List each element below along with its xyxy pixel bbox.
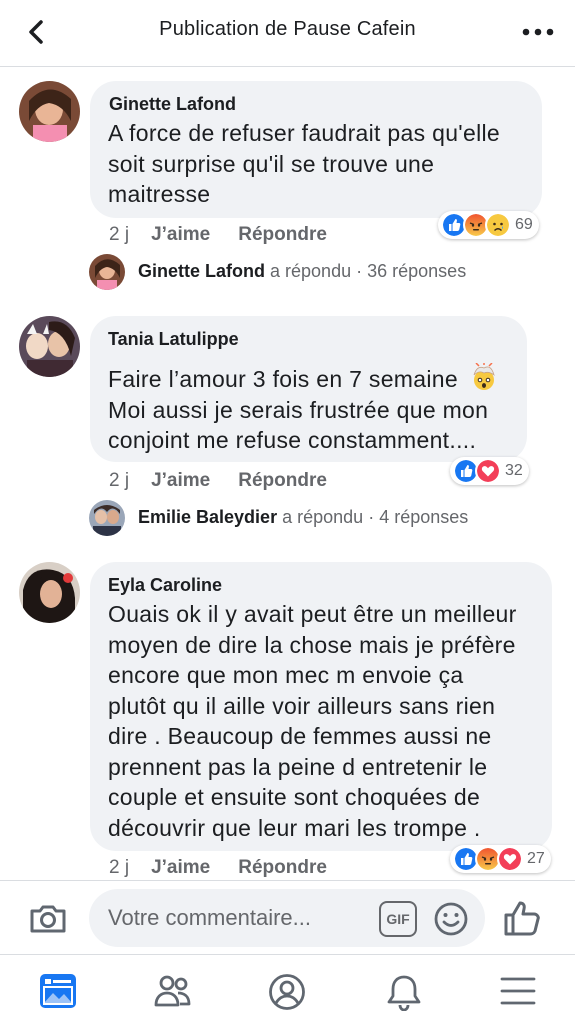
comment-line: A force de refuser faudrait pas qu'elle: [108, 120, 500, 146]
thumbs-up-icon[interactable]: [503, 899, 543, 937]
comment-line: couple et ensuite sont choquées de: [108, 784, 481, 810]
comment-line: conjoint me refuse constamment....: [108, 427, 477, 453]
comment-author[interactable]: Ginette Lafond: [109, 94, 236, 115]
more-options-icon[interactable]: [521, 22, 555, 42]
comment-author[interactable]: Eyla Caroline: [108, 575, 222, 596]
emoji-icon[interactable]: [433, 901, 469, 937]
comment-actions: 2 j J’aime Répondre: [109, 857, 327, 879]
comment-line: prennent pas la peine d entretenir le: [108, 753, 488, 780]
comment-line: Faire l’amour 3 fois en 7 semaine: [108, 362, 528, 395]
comment-composer: Votre commentaire... GIF: [0, 880, 575, 955]
reply-avatar: [89, 254, 125, 290]
reply-link[interactable]: Répondre: [238, 470, 327, 491]
comment-author[interactable]: Tania Latulippe: [108, 329, 239, 350]
camera-icon[interactable]: [28, 901, 68, 937]
comment-time: 2 j: [109, 857, 130, 878]
bottom-tab-bar: [0, 954, 575, 1025]
gif-button[interactable]: GIF: [379, 901, 417, 937]
comment-line: encore que mon mec m envoie ça: [108, 662, 464, 688]
comment-time: 2 j: [109, 470, 130, 491]
comment-line-text: Faire l’amour 3 fois en 7 semaine: [108, 366, 458, 392]
reaction-count: 32: [505, 462, 523, 479]
reactions-summary[interactable]: 27: [450, 845, 551, 873]
comment-line: plutôt qu il aille voir ailleurs sans ri…: [108, 692, 496, 719]
comment-input-placeholder: Votre commentaire...: [108, 905, 311, 930]
reply-action: a répondu: [282, 507, 364, 527]
love-reaction-icon: [497, 846, 523, 872]
reply-action: a répondu: [270, 261, 352, 281]
comment-line: maitresse: [108, 181, 211, 207]
comment-line: Moi aussi je serais frustrée que mon: [108, 396, 489, 423]
notifications-bell-icon[interactable]: [386, 973, 422, 1011]
comment-line: soit surprise qu'il se trouve une: [108, 150, 435, 177]
reply-count: 36 réponses: [367, 261, 467, 281]
exploding-head-icon: [473, 362, 495, 390]
like-link[interactable]: J’aime: [151, 224, 210, 245]
comment-line: moyen de dire la chose mais je préfère: [108, 631, 516, 658]
like-link[interactable]: J’aime: [151, 857, 210, 878]
avatar[interactable]: [19, 562, 80, 623]
page-title: Publication de Pause Cafein: [159, 18, 416, 40]
friends-icon[interactable]: [153, 973, 193, 1009]
news-feed-icon[interactable]: [39, 973, 77, 1009]
reactions-summary[interactable]: 32: [450, 457, 529, 485]
reaction-count: 27: [527, 850, 545, 867]
top-bar: Publication de Pause Cafein: [0, 0, 575, 67]
reply-author: Emilie Baleydier: [138, 507, 278, 527]
separator: ·: [356, 261, 363, 281]
comment-actions: 2 j J’aime Répondre: [109, 224, 327, 246]
avatar[interactable]: [19, 316, 80, 377]
like-link[interactable]: J’aime: [151, 470, 210, 491]
separator: ·: [368, 507, 375, 527]
comment-input[interactable]: Votre commentaire... GIF: [89, 889, 485, 947]
reply-avatar: [89, 500, 125, 536]
reply-author: Ginette Lafond: [138, 261, 265, 281]
comment-line: dire . Beaucoup de femmes aussi ne: [108, 723, 492, 749]
reply-link[interactable]: Répondre: [238, 224, 327, 245]
avatar[interactable]: [19, 81, 80, 142]
reply-count: 4 réponses: [379, 507, 469, 527]
sad-reaction-icon: [485, 212, 511, 238]
comment-text: Faire l’amour 3 fois en 7 semaine Moi au…: [108, 362, 528, 456]
comment-line: Ouais ok il y avait peut être un meilleu…: [108, 601, 517, 627]
reactions-summary[interactable]: 69: [438, 211, 539, 239]
comment-actions: 2 j J’aime Répondre: [109, 470, 327, 492]
comment-time: 2 j: [109, 224, 130, 245]
reply-link[interactable]: Répondre: [238, 857, 327, 878]
comment-text: A force de refuser faudrait pas qu'elle …: [108, 118, 538, 210]
comment-text: Ouais ok il y avait peut être un meilleu…: [108, 599, 548, 843]
love-reaction-icon: [475, 458, 501, 484]
comment-line: découvrir que leur mari les trompe .: [108, 814, 481, 841]
reaction-count: 69: [515, 216, 533, 233]
menu-icon[interactable]: [500, 975, 536, 1007]
profile-icon[interactable]: [268, 973, 306, 1011]
